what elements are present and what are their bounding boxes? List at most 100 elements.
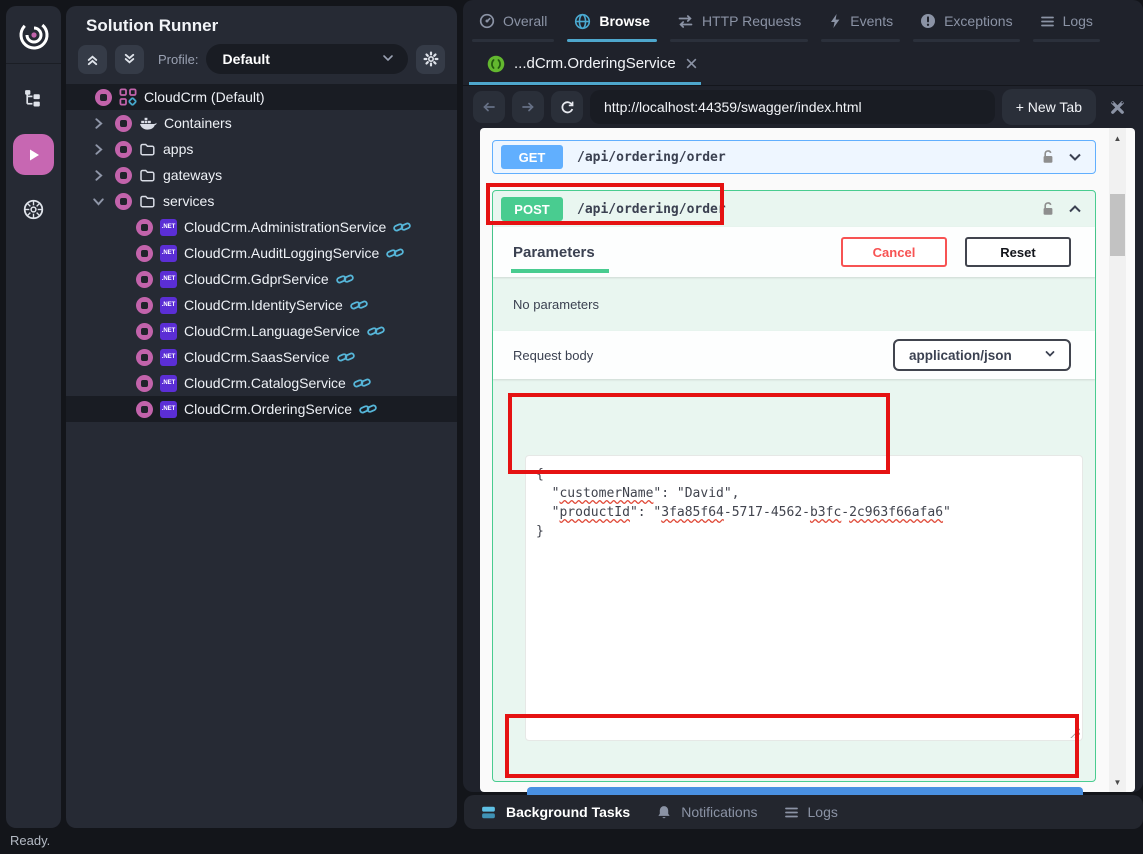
expand-all-button[interactable]: [115, 45, 144, 74]
resize-handle[interactable]: [1070, 728, 1080, 738]
tree-item-apps[interactable]: apps: [66, 136, 457, 162]
profile-select[interactable]: Default: [206, 44, 408, 74]
status-donut-icon: [136, 297, 153, 314]
new-tab-button[interactable]: + New Tab: [1002, 89, 1096, 125]
collapse-all-button[interactable]: [78, 45, 107, 74]
status-donut-icon: [136, 323, 153, 340]
refresh-button[interactable]: [551, 91, 583, 123]
tree-item-label: apps: [163, 141, 193, 157]
tree-item-services[interactable]: services: [66, 188, 457, 214]
tree-item-cloudcrm-orderingservice[interactable]: .NETCloudCrm.OrderingService: [66, 396, 457, 422]
tree-item-cloudcrm-administrationservice[interactable]: .NETCloudCrm.AdministrationService: [66, 214, 457, 240]
tree-item-gateways[interactable]: gateways: [66, 162, 457, 188]
dotnet-badge-icon: .NET: [160, 245, 177, 262]
docker-icon: [139, 114, 157, 132]
solution-tree: CloudCrm (Default) Containers apps gateways…: [66, 84, 457, 422]
main-tabs: Overall Browse HTTP Requests Events Exceptio…: [463, 0, 1143, 42]
lines-icon: [1040, 15, 1055, 28]
chevron-right-icon[interactable]: [91, 168, 106, 183]
chevron-up-icon[interactable]: [1067, 201, 1083, 217]
tab-label: Events: [850, 13, 893, 29]
tab-browse[interactable]: Browse: [574, 0, 650, 42]
request-body-editor[interactable]: { "customerName": "David", "productId": …: [525, 455, 1083, 741]
tree-item-label: CloudCrm (Default): [144, 89, 265, 105]
chevron-down-icon: [380, 50, 396, 69]
dotnet-badge-icon: .NET: [160, 297, 177, 314]
link-icon: [337, 348, 355, 366]
run-button[interactable]: [13, 134, 54, 175]
url-text: http://localhost:44359/swagger/index.htm…: [604, 99, 862, 115]
tree-item-label: CloudCrm.OrderingService: [184, 401, 352, 417]
bell-icon: [656, 804, 672, 821]
chevron-down-icon[interactable]: [91, 194, 106, 209]
dotnet-badge-icon: .NET: [160, 323, 177, 340]
tab-exceptions[interactable]: Exceptions: [920, 0, 1012, 42]
request-body-label: Request body: [513, 348, 593, 363]
kubernetes-button[interactable]: [6, 187, 61, 231]
reset-button[interactable]: Reset: [965, 237, 1071, 267]
tab-label: HTTP Requests: [702, 13, 801, 29]
swagger-page: GET /api/ordering/order POST /api/orderi…: [480, 128, 1135, 792]
chevron-right-icon[interactable]: [91, 116, 106, 131]
arrows-icon: [677, 14, 694, 29]
get-method-badge: GET: [501, 145, 563, 169]
unlocked-padlock-icon[interactable]: [1041, 149, 1055, 165]
tree-view-button[interactable]: [6, 76, 61, 120]
chevron-right-icon[interactable]: [91, 142, 106, 157]
back-arrow-icon: [481, 99, 497, 115]
tree-item-containers[interactable]: Containers: [66, 110, 457, 136]
browser-tab-title: ...dCrm.OrderingService: [514, 55, 676, 72]
bottom-bar-item-notifications[interactable]: Notifications: [656, 804, 757, 821]
folder-icon: [139, 167, 156, 184]
bottom-bar-item-background-tasks[interactable]: Background Tasks: [480, 804, 630, 821]
double-chevron-up-icon: [85, 52, 100, 67]
url-bar[interactable]: http://localhost:44359/swagger/index.htm…: [590, 90, 995, 124]
globe-icon: [574, 13, 591, 30]
bottom-bar-item-logs[interactable]: Logs: [784, 804, 838, 820]
tab-logs[interactable]: Logs: [1040, 0, 1093, 42]
link-icon: [393, 218, 411, 236]
chevron-down-icon[interactable]: [1067, 149, 1083, 165]
settings-button[interactable]: [416, 45, 445, 74]
tree-item-cloudcrm-languageservice[interactable]: .NETCloudCrm.LanguageService: [66, 318, 457, 344]
scroll-down-arrow[interactable]: ▼: [1109, 774, 1126, 790]
content-type-select[interactable]: application/json: [893, 339, 1071, 371]
tree-item-label: gateways: [163, 167, 222, 183]
scrollbar-thumb[interactable]: [1110, 194, 1125, 256]
close-tab-icon[interactable]: [685, 57, 698, 70]
cancel-button[interactable]: Cancel: [841, 237, 947, 267]
tree-item-cloudcrm-catalogservice[interactable]: .NETCloudCrm.CatalogService: [66, 370, 457, 396]
gauge-icon: [479, 13, 495, 29]
status-donut-icon: [115, 141, 132, 158]
tree-item-cloudcrm-gdprservice[interactable]: .NETCloudCrm.GdprService: [66, 266, 457, 292]
forward-button[interactable]: [512, 91, 544, 123]
swagger-scrollbar[interactable]: ▲ ▼: [1109, 128, 1126, 792]
unlocked-padlock-icon[interactable]: [1041, 201, 1055, 217]
tree-item-cloudcrm-identityservice[interactable]: .NETCloudCrm.IdentityService: [66, 292, 457, 318]
sidebar-rail: [6, 6, 61, 828]
tree-view-icon: [23, 88, 44, 109]
link-icon: [386, 244, 404, 262]
tab-label: Overall: [503, 13, 547, 29]
tree-item-label: services: [163, 193, 214, 209]
tree-item-cloudcrm-saasservice[interactable]: .NETCloudCrm.SaasService: [66, 344, 457, 370]
browser-tab[interactable]: ...dCrm.OrderingService: [463, 42, 698, 85]
tree-item-cloudcrm-default-[interactable]: CloudCrm (Default): [66, 84, 457, 110]
status-donut-icon: [136, 219, 153, 236]
browser-tools-button[interactable]: [1103, 98, 1131, 117]
link-icon: [353, 374, 371, 392]
tab-label: Browse: [599, 13, 650, 29]
tab-overall[interactable]: Overall: [479, 0, 547, 42]
tree-item-cloudcrm-auditloggingservice[interactable]: .NETCloudCrm.AuditLoggingService: [66, 240, 457, 266]
parameters-title: Parameters: [513, 244, 595, 261]
bottom-bar-label: Logs: [808, 804, 838, 820]
post-endpoint-header[interactable]: POST /api/ordering/order: [493, 191, 1095, 227]
kubernetes-icon: [22, 198, 45, 221]
gear-icon: [423, 51, 439, 67]
scroll-up-arrow[interactable]: ▲: [1109, 130, 1126, 146]
tab-http-requests[interactable]: HTTP Requests: [677, 0, 801, 42]
back-button[interactable]: [473, 91, 505, 123]
tree-item-label: CloudCrm.GdprService: [184, 271, 329, 287]
get-endpoint-block[interactable]: GET /api/ordering/order: [492, 140, 1096, 174]
tab-events[interactable]: Events: [828, 0, 893, 42]
